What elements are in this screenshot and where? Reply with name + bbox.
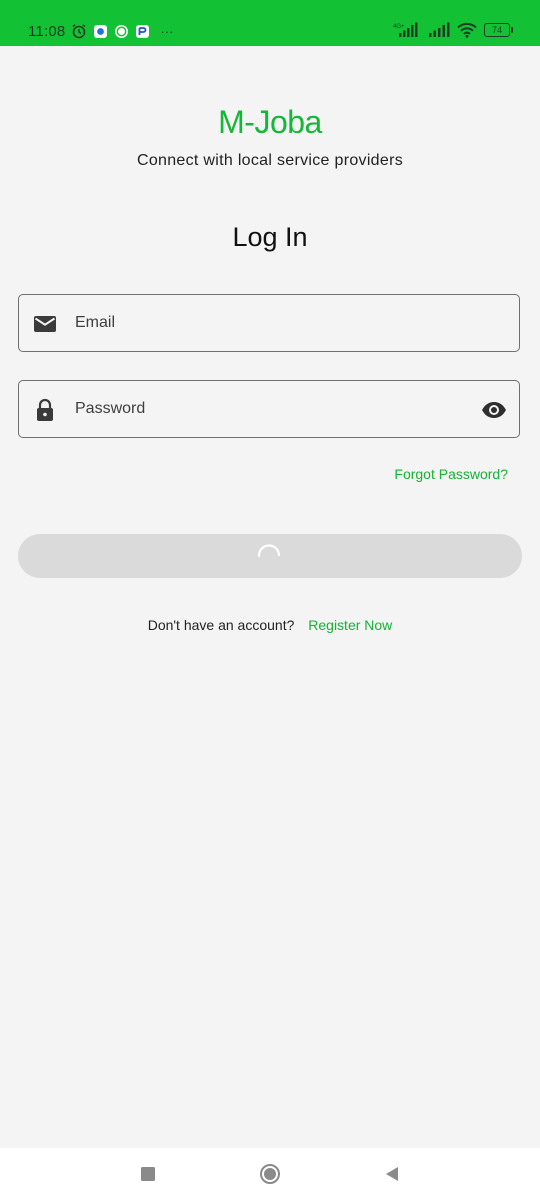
- email-input[interactable]: [75, 295, 475, 351]
- spinner-icon: [257, 542, 281, 566]
- password-input[interactable]: [75, 381, 475, 437]
- navigation-bar: [0, 1148, 540, 1200]
- brand-tagline: Connect with local service providers: [136, 152, 404, 169]
- recents-icon[interactable]: [136, 1162, 160, 1186]
- password-field[interactable]: [18, 380, 520, 438]
- more-notifications-icon: ···: [160, 23, 174, 39]
- email-field[interactable]: [18, 294, 520, 352]
- message-app-icon: [93, 24, 108, 39]
- status-left: 11:08 ···: [28, 21, 173, 41]
- brand-title: M-Joba: [218, 104, 322, 140]
- battery-icon: 74: [484, 23, 513, 37]
- register-prompt: Don't have an account?: [147, 617, 295, 633]
- whatsapp-icon: [114, 24, 129, 39]
- status-right: 4G+ 74: [393, 20, 513, 40]
- svg-text:4G+: 4G+: [393, 24, 405, 30]
- lock-icon: [33, 398, 57, 422]
- forgot-password-link[interactable]: Forgot Password?: [394, 466, 508, 482]
- page-title: Log In: [232, 222, 308, 252]
- signal-icon: [428, 22, 450, 38]
- eye-icon[interactable]: [481, 397, 507, 423]
- wifi-icon: [457, 22, 477, 38]
- status-bar: 11:08 ··· 4G+ 74: [0, 0, 540, 46]
- status-time: 11:08: [28, 22, 66, 40]
- alarm-icon: [71, 23, 87, 39]
- app-notification-icon: [135, 24, 150, 39]
- register-now-link[interactable]: Register Now: [308, 617, 392, 633]
- login-button[interactable]: [18, 534, 522, 578]
- mail-icon: [33, 312, 57, 336]
- back-icon[interactable]: [380, 1162, 404, 1186]
- signal-4g-icon: 4G+: [393, 22, 421, 38]
- home-icon[interactable]: [258, 1162, 282, 1186]
- register-row: Don't have an account? Register Now: [0, 617, 540, 633]
